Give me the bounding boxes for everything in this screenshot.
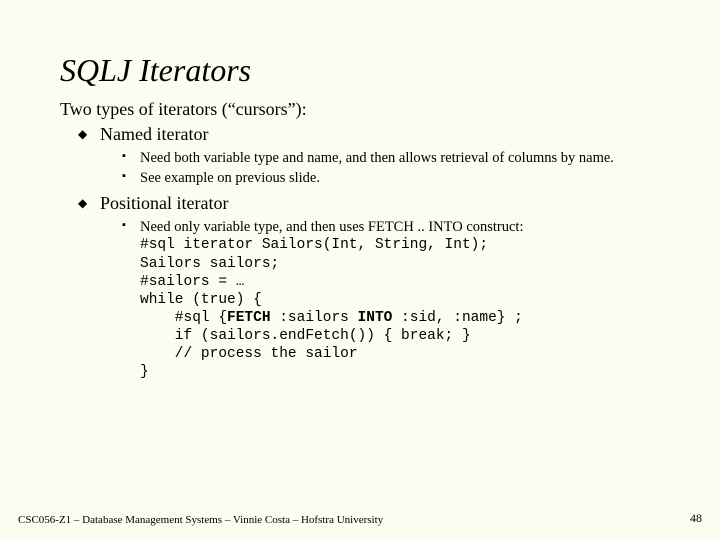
page-number: 48 — [690, 511, 702, 526]
sub-lead: Need only variable type, and then uses F… — [140, 219, 524, 235]
sub-list: Need only variable type, and then uses F… — [100, 218, 660, 381]
sub-list: Need both variable type and name, and th… — [100, 149, 660, 187]
item-label: Named iterator — [100, 124, 208, 144]
sub-item: Need both variable type and name, and th… — [122, 149, 660, 167]
sub-item: Need only variable type, and then uses F… — [122, 218, 660, 381]
sub-item: See example on previous slide. — [122, 169, 660, 187]
slide-title: SQLJ Iterators — [60, 52, 660, 89]
list-item: Positional iterator Need only variable t… — [78, 193, 660, 381]
iterator-list: Named iterator Need both variable type a… — [60, 124, 660, 381]
intro-text: Two types of iterators (“cursors”): — [60, 99, 660, 120]
code-block: #sql iterator Sailors(Int, String, Int);… — [140, 236, 660, 381]
footer-text: CSC056-Z1 – Database Management Systems … — [18, 514, 383, 526]
list-item: Named iterator Need both variable type a… — [78, 124, 660, 187]
item-label: Positional iterator — [100, 193, 228, 213]
